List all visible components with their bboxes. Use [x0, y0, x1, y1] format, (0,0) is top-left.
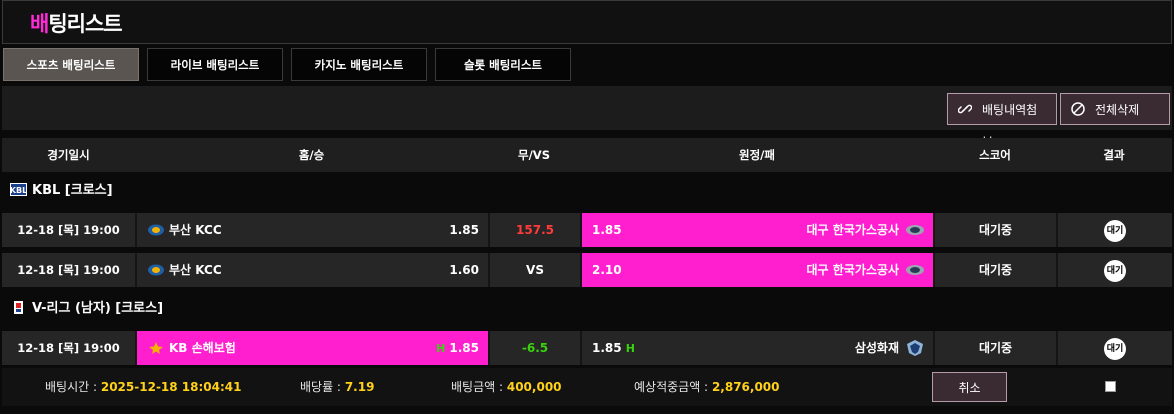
away-team-cell-selected[interactable]: 2.10 대구 한국가스공사	[582, 253, 933, 287]
result-cell: 대기	[1058, 331, 1172, 365]
header-score: 스코어	[979, 148, 1011, 162]
link-icon	[958, 104, 972, 114]
home-team-name: 부산 KCC	[169, 263, 222, 277]
expected-payout: 예상적중금액 : 2,876,000	[634, 380, 780, 394]
away-team-name: 대구 한국가스공사	[806, 263, 900, 277]
tab-sports-betting-list[interactable]: 스포츠 배팅리스트	[3, 48, 139, 81]
select-bet-checkbox[interactable]	[1105, 381, 1116, 392]
kcc-logo-icon	[148, 264, 164, 276]
away-odds: 1.85	[592, 223, 622, 237]
bet-row: 12-18 [목] 19:00 부산 KCC 1.85 157.5 1.85 대…	[2, 213, 1172, 247]
bet-amount: 배팅금액 : 400,000	[451, 380, 562, 394]
away-team-name: 대구 한국가스공사	[806, 223, 900, 237]
kcc-logo-icon	[148, 224, 164, 236]
bet-summary: 배팅시간 : 2025-12-18 18:04:41 배당률 : 7.19 배팅…	[2, 368, 1172, 406]
tab-live-betting-list[interactable]: 라이브 배팅리스트	[147, 48, 283, 81]
result-badge: 대기	[1104, 259, 1126, 282]
home-odds: 1.85	[449, 223, 479, 237]
score-status: 대기중	[935, 213, 1056, 247]
away-team-cell[interactable]: 1.85 H 삼성화재	[582, 331, 933, 365]
bet-row: 12-18 [목] 19:00 KB 손해보험 H 1.85 -6.5 1.85 …	[2, 331, 1172, 365]
cancel-bet-button[interactable]: 취소	[932, 372, 1007, 402]
tab-slot-betting-list[interactable]: 슬롯 배팅리스트	[435, 48, 571, 81]
tab-casino-betting-list[interactable]: 카지노 배팅리스트	[291, 48, 427, 81]
result-cell: 대기	[1058, 213, 1172, 247]
home-team-name: KB 손해보험	[169, 341, 236, 355]
away-odds-group: 1.85 H	[592, 331, 639, 366]
home-odds-group: H 1.85	[436, 331, 479, 366]
ban-icon	[1071, 102, 1085, 116]
samsung-bluefangs-logo-icon	[907, 340, 923, 356]
action-toolbar: 배팅내역첨부 전체삭제	[2, 86, 1172, 149]
header-home-win: 홈/승	[298, 148, 325, 162]
handicap-mark: H	[625, 342, 636, 355]
delete-all-label: 전체삭제	[1095, 103, 1140, 117]
page-title: 배팅리스트	[30, 12, 123, 36]
handicap-value[interactable]: -6.5	[490, 331, 580, 365]
header-away-lose: 원정/패	[739, 148, 775, 162]
header-match-time: 경기일시	[47, 148, 90, 162]
header-draw-vs: 무/VS	[518, 148, 550, 162]
away-team-cell-selected[interactable]: 1.85 대구 한국가스공사	[582, 213, 933, 247]
league-title-kbl: KBL KBL [크로스]	[10, 183, 113, 198]
result-cell: 대기	[1058, 253, 1172, 287]
bet-type-tabs: 스포츠 배팅리스트 라이브 배팅리스트 카지노 배팅리스트 슬롯 배팅리스트	[3, 48, 571, 81]
page-header: 배팅리스트	[2, 0, 1172, 44]
kbl-logo-icon: KBL	[10, 183, 27, 196]
total-odds: 배당률 : 7.19	[300, 380, 375, 394]
vs-label: VS	[490, 253, 580, 287]
bet-table-header: 경기일시 홈/승 무/VS 원정/패 스코어 결과	[2, 138, 1172, 172]
handicap-mark: H	[436, 342, 446, 355]
attach-bet-history-button[interactable]: 배팅내역첨부	[947, 93, 1057, 149]
result-badge: 대기	[1104, 337, 1126, 360]
home-odds: 1.60	[449, 263, 479, 277]
header-result: 결과	[1103, 148, 1125, 162]
score-status: 대기중	[935, 331, 1056, 365]
match-time: 12-18 [목] 19:00	[2, 213, 135, 247]
kb-stars-logo-icon	[149, 342, 163, 354]
away-team-name: 삼성화재	[854, 341, 899, 355]
bet-time: 배팅시간 : 2025-12-18 18:04:41	[45, 380, 242, 394]
league-title-vleague: V-리그 (남자) [크로스]	[10, 297, 163, 321]
home-odds: 1.85	[449, 341, 479, 355]
handicap-value[interactable]: 157.5	[490, 213, 580, 247]
kogas-logo-icon	[906, 225, 924, 235]
match-time: 12-18 [목] 19:00	[2, 331, 135, 365]
delete-all-button[interactable]: 전체삭제	[1060, 93, 1170, 125]
vleague-logo-icon	[14, 301, 23, 314]
bet-row: 12-18 [목] 19:00 부산 KCC 1.60 VS 2.10 대구 한…	[2, 253, 1172, 287]
match-time: 12-18 [목] 19:00	[2, 253, 135, 287]
away-odds: 2.10	[592, 263, 622, 277]
result-badge: 대기	[1104, 219, 1126, 242]
home-team-name: 부산 KCC	[169, 223, 222, 237]
home-team-cell[interactable]: 부산 KCC 1.85	[137, 213, 488, 247]
svg-text:KBL: KBL	[10, 186, 27, 195]
kogas-logo-icon	[906, 265, 924, 275]
home-team-cell[interactable]: 부산 KCC 1.60	[137, 253, 488, 287]
score-status: 대기중	[935, 253, 1056, 287]
home-team-cell-selected[interactable]: KB 손해보험 H 1.85	[137, 331, 488, 365]
away-odds: 1.85	[592, 341, 622, 355]
